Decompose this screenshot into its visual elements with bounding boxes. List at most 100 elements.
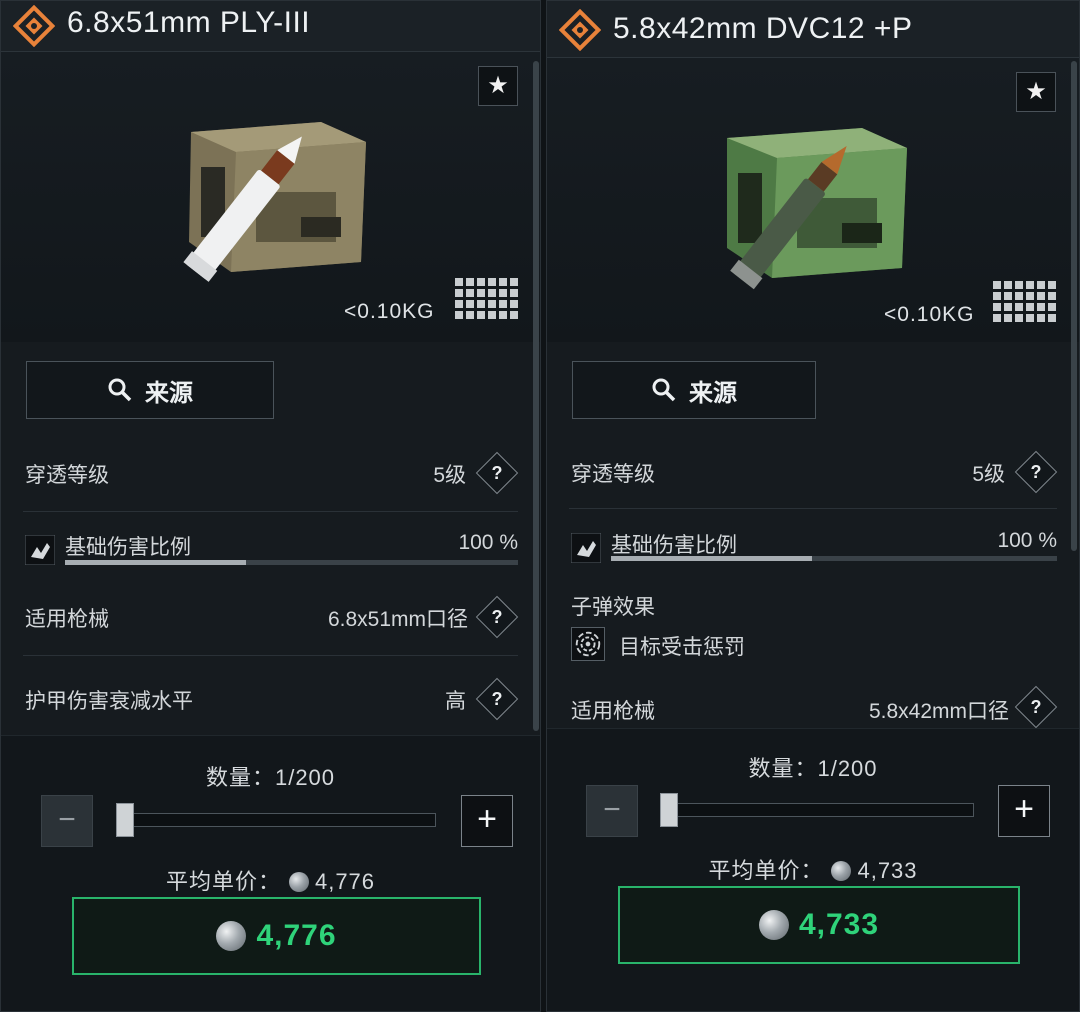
- average-price: 平均单价： 4,776: [1, 864, 540, 896]
- damage-bar: [611, 556, 1057, 561]
- stat-value: 100 %: [997, 529, 1057, 552]
- item-image-area: ★ <0.10KG: [547, 58, 1079, 342]
- stat-label: 基础伤害比例: [65, 536, 191, 559]
- damage-icon: [571, 533, 601, 563]
- effect-value: 目标受击惩罚: [619, 636, 745, 659]
- decrease-button[interactable]: −: [41, 795, 93, 847]
- spiral-effect-icon: [571, 627, 605, 661]
- divider: [569, 508, 1057, 509]
- favorite-star-button[interactable]: ★: [478, 66, 518, 106]
- buy-price: 4,733: [798, 908, 880, 941]
- panel-header: 6.8x51mm PLY-III: [1, 1, 540, 52]
- item-panel-left: 6.8x51mm PLY-III ★ <0.10KG 来源 穿透等级 5级 ? …: [0, 0, 541, 1012]
- question-icon: ?: [1030, 697, 1042, 717]
- stat-value: 高: [445, 690, 466, 713]
- question-icon: ?: [491, 689, 503, 709]
- buy-button[interactable]: 4,733: [618, 886, 1020, 964]
- minus-icon: −: [58, 803, 76, 836]
- purchase-section: 数量：1/200 − + 平均单价： 4,733 4,733: [547, 728, 1079, 1011]
- help-button[interactable]: ?: [475, 595, 519, 639]
- buy-price: 4,776: [256, 919, 337, 952]
- increase-button[interactable]: +: [461, 795, 513, 847]
- question-icon: ?: [491, 607, 503, 627]
- stat-value: 100 %: [458, 531, 518, 554]
- stat-row-damage: 基础伤害比例 100 %: [25, 527, 518, 571]
- damage-icon: [25, 535, 55, 565]
- coin-icon: [216, 921, 247, 951]
- stat-label: 穿透等级: [25, 464, 109, 487]
- stat-label: 穿透等级: [571, 463, 655, 486]
- help-button[interactable]: ?: [1014, 685, 1058, 729]
- stat-value: 5级: [433, 464, 466, 487]
- scrollbar[interactable]: [1071, 61, 1077, 551]
- stat-label: 适用枪械: [571, 700, 655, 723]
- coin-icon: [758, 910, 789, 940]
- quantity-label: 数量：1/200: [205, 765, 336, 790]
- source-button-label: 来源: [689, 379, 737, 407]
- damage-bar-fill: [65, 560, 247, 565]
- stat-label: 适用枪械: [25, 608, 109, 631]
- panel-header: 5.8x42mm DVC12 +P: [547, 1, 1079, 58]
- ammo-box-image: [727, 128, 907, 290]
- orange-diamond-logo-icon: [559, 9, 601, 51]
- buy-button[interactable]: 4,776: [72, 897, 481, 975]
- coin-icon: [831, 861, 852, 881]
- stat-row-weapon: 适用枪械 6.8x51mm口径 ?: [25, 595, 519, 639]
- quantity-label: 数量：1/200: [748, 756, 878, 781]
- minus-icon: −: [603, 793, 621, 826]
- plus-icon: +: [477, 800, 497, 838]
- stat-label: 基础伤害比例: [611, 534, 737, 557]
- stat-row-penetration: 穿透等级 5级 ?: [571, 450, 1058, 494]
- question-icon: ?: [491, 463, 503, 483]
- divider: [23, 655, 518, 656]
- item-panel-right: 5.8x42mm DVC12 +P ★ <0.10KG 来源 穿透等级 5级 ?…: [546, 0, 1080, 1012]
- divider: [23, 511, 518, 512]
- quantity-slider[interactable]: [660, 803, 974, 817]
- item-title: 5.8x42mm DVC12 +P: [613, 12, 913, 45]
- damage-bar-fill: [611, 556, 812, 561]
- search-icon: [108, 378, 132, 402]
- item-title: 6.8x51mm PLY-III: [67, 6, 311, 39]
- stat-row-effect: 子弹效果 目标受击惩罚: [571, 585, 1057, 665]
- stat-row-armor: 护甲伤害衰减水平 高 ?: [25, 677, 519, 721]
- purchase-section: 数量：1/200 − + 平均单价： 4,776 4,776: [1, 735, 540, 1011]
- slider-handle[interactable]: [116, 803, 134, 837]
- damage-bar: [65, 560, 518, 565]
- star-icon: ★: [1025, 78, 1047, 105]
- stat-value: 5级: [972, 463, 1005, 486]
- ammo-box-image: [183, 122, 366, 282]
- quantity-slider[interactable]: [116, 813, 436, 827]
- average-price-label: 平均单价：: [708, 858, 824, 883]
- help-button[interactable]: ?: [475, 677, 519, 721]
- scrollbar[interactable]: [533, 61, 539, 731]
- average-price-value: 4,776: [314, 869, 376, 894]
- source-button-label: 来源: [145, 379, 193, 407]
- size-grid-icon: [455, 278, 518, 319]
- help-button[interactable]: ?: [475, 451, 519, 495]
- stat-label: 子弹效果: [571, 596, 655, 619]
- source-button[interactable]: 来源: [572, 361, 816, 419]
- average-price: 平均单价： 4,733: [547, 853, 1079, 885]
- search-icon: [652, 378, 676, 402]
- help-button[interactable]: ?: [1014, 450, 1058, 494]
- increase-button[interactable]: +: [998, 785, 1050, 837]
- item-image-area: ★ <0.10KG: [1, 52, 540, 342]
- stat-label: 护甲伤害衰减水平: [25, 690, 193, 713]
- coin-icon: [288, 872, 309, 892]
- decrease-button[interactable]: −: [586, 785, 638, 837]
- stat-value: 6.8x51mm口径: [327, 608, 468, 631]
- source-button[interactable]: 来源: [26, 361, 274, 419]
- question-icon: ?: [1030, 462, 1042, 482]
- stat-row-damage: 基础伤害比例 100 %: [571, 525, 1057, 569]
- item-weight: <0.10KG: [884, 303, 975, 326]
- orange-diamond-logo-icon: [13, 5, 55, 47]
- average-price-label: 平均单价：: [165, 869, 281, 894]
- slider-handle[interactable]: [660, 793, 678, 827]
- item-weight: <0.10KG: [344, 300, 435, 323]
- plus-icon: +: [1014, 790, 1034, 828]
- average-price-value: 4,733: [857, 858, 918, 883]
- stat-value: 5.8x42mm口径: [868, 700, 1009, 723]
- stat-row-penetration: 穿透等级 5级 ?: [25, 451, 519, 495]
- favorite-star-button[interactable]: ★: [1016, 72, 1056, 112]
- stat-row-weapon: 适用枪械 5.8x42mm口径 ?: [571, 685, 1058, 729]
